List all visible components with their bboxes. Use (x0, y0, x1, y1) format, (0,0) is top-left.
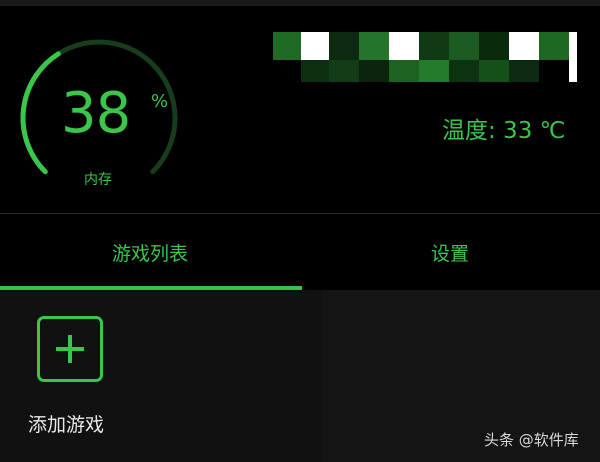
mosaic-block (569, 60, 577, 82)
watermark-text: 头条 @软件库 (484, 431, 579, 449)
mosaic-block (359, 32, 389, 60)
mosaic-block (419, 60, 449, 82)
gauge-progress (20, 51, 61, 175)
mosaic-block (419, 32, 449, 60)
mosaic-block (539, 60, 569, 82)
mosaic-block (273, 32, 301, 60)
tab-bar: 游戏列表 设置 (0, 214, 600, 290)
tab-game-list-label: 游戏列表 (111, 242, 188, 265)
mosaic-block (509, 60, 539, 82)
mosaic-block (273, 60, 301, 82)
mosaic-block (569, 32, 577, 60)
mosaic-block (449, 32, 479, 60)
memory-percent-value: 38 (61, 81, 131, 146)
tab-game-list[interactable]: 游戏列表 (0, 214, 300, 290)
mosaic-block (389, 60, 419, 82)
tab-settings-label: 设置 (430, 242, 469, 265)
memory-percent-unit: % (151, 91, 169, 112)
mosaic-block (509, 32, 539, 60)
mosaic-block (389, 32, 419, 60)
mosaic-block (449, 60, 479, 82)
mosaic-block (359, 60, 389, 82)
mosaic-block (479, 32, 509, 60)
mosaic-block (301, 60, 329, 82)
tab-settings[interactable]: 设置 (300, 214, 600, 290)
mosaic-block (539, 32, 569, 60)
mosaic-block (329, 60, 359, 82)
add-game-label: 添加游戏 (28, 414, 105, 436)
status-header: 38 % 内存 温度: 33 ℃ (0, 6, 600, 213)
mosaic-block (301, 32, 329, 60)
mosaic-block (329, 32, 359, 60)
temperature-readout: 温度: 33 ℃ (442, 118, 566, 144)
add-game-button[interactable] (37, 316, 103, 382)
plus-icon-vertical (68, 335, 72, 363)
memory-label: 内存 (84, 172, 112, 188)
mosaic-block (479, 60, 509, 82)
